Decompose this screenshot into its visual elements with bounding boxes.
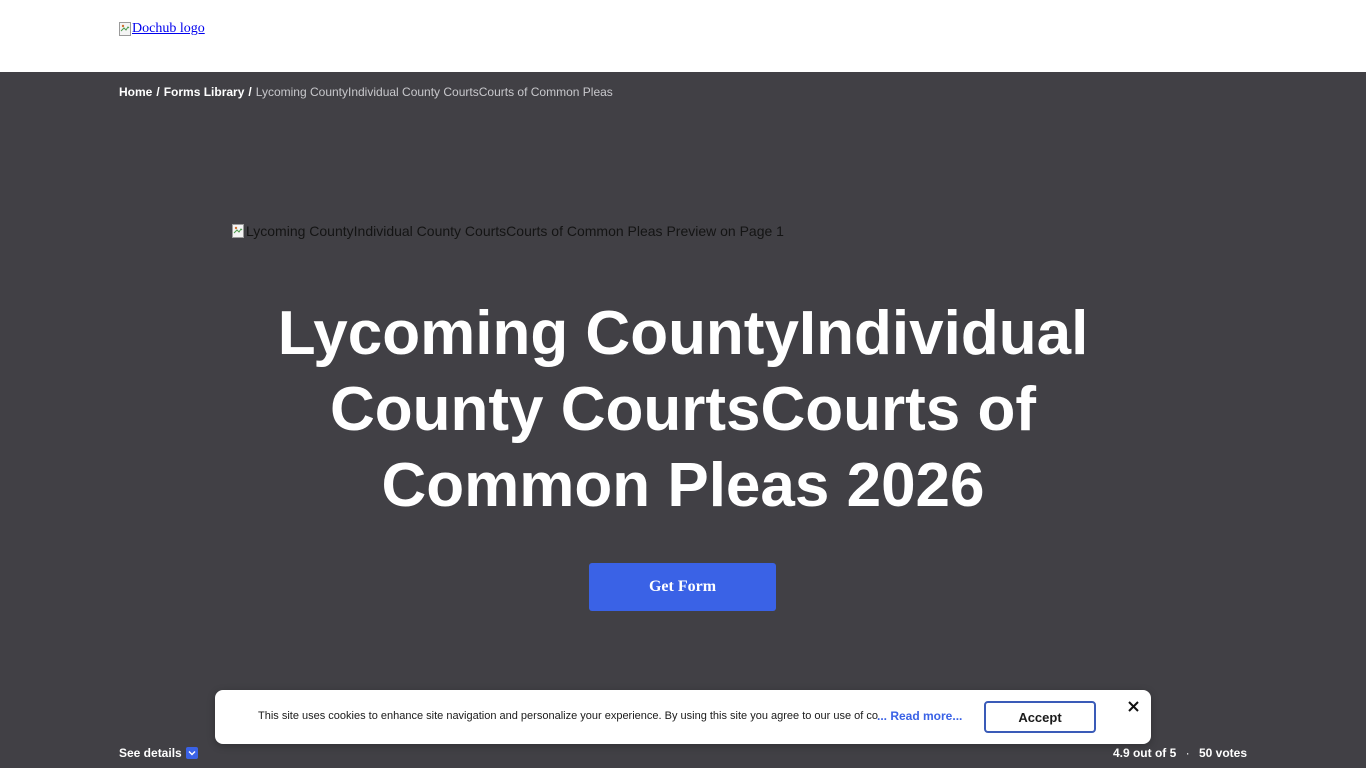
cookie-read-more-link[interactable]: ... Read more... [877,709,962,723]
get-form-button[interactable]: Get Form [589,563,776,611]
breadcrumb-current: Lycoming CountyIndividual County CourtsC… [255,85,613,99]
rating-votes: 50 votes [1198,746,1247,760]
rating-dot: · [1185,746,1190,760]
cookie-accept-button[interactable]: Accept [984,701,1096,733]
dochub-logo-link[interactable]: Dochub logo [119,21,205,37]
rating-summary: 4.9 out of 5 · 50 votes [1113,746,1247,760]
rating-score: 4.9 out of 5 [1112,746,1177,760]
preview-alt-text: Lycoming CountyIndividual County CourtsC… [246,223,784,239]
cookie-banner: This site uses cookies to enhance site n… [215,690,1151,744]
see-details-toggle[interactable]: See details [119,746,198,760]
chevron-down-icon[interactable] [185,747,198,759]
breadcrumb-separator: / [248,85,252,99]
breadcrumb-separator: / [156,85,160,99]
site-header: Dochub logo [0,0,1366,72]
logo-alt-text[interactable]: Dochub logo [132,21,205,37]
breadcrumb-forms-library-link[interactable]: Forms Library [164,85,245,99]
broken-image-icon [119,22,131,36]
cookie-message: This site uses cookies to enhance site n… [258,710,878,722]
breadcrumb: Home / Forms Library / Lycoming CountyIn… [119,85,613,99]
broken-image-icon [232,224,244,238]
page-title: Lycoming CountyIndividual County CourtsC… [277,299,1089,520]
breadcrumb-home-link[interactable]: Home [119,85,152,99]
see-details-label[interactable]: See details [119,746,182,760]
close-icon[interactable] [1125,698,1141,714]
form-preview-image: Lycoming CountyIndividual County CourtsC… [232,223,784,239]
